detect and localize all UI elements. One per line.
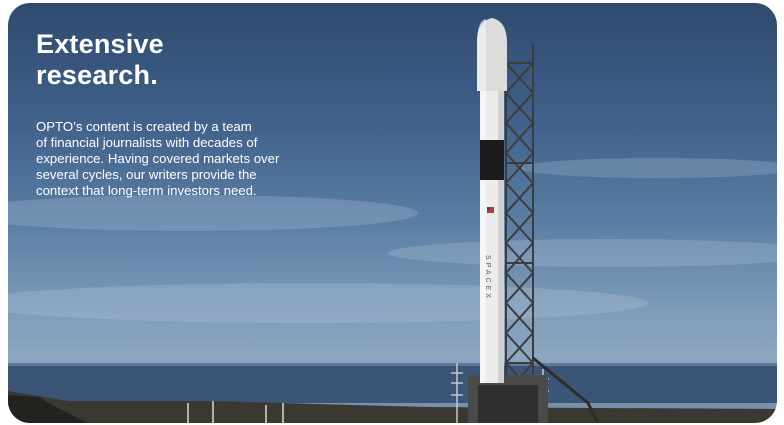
hero-description-line: OPTO’s content is created by a team xyxy=(36,119,252,134)
hero-description: OPTO’s content is created by a team of f… xyxy=(36,119,321,199)
hero-card: SPACEX Extensive research. OPTO’s conten… xyxy=(8,3,777,423)
hero-title-line-2: research. xyxy=(36,60,158,90)
rocket-label: SPACEX xyxy=(484,255,491,301)
hero-title-line-1: Extensive xyxy=(36,29,164,59)
hero-description-line: context that long-term investors need. xyxy=(36,183,257,198)
hero-description-line: of financial journalists with decades of xyxy=(36,135,258,150)
hero-description-line: several cycles, our writers provide the xyxy=(36,167,257,182)
hero-description-line: experience. Having covered markets over xyxy=(36,151,280,166)
hero-title: Extensive research. xyxy=(36,29,356,91)
hero-copy: Extensive research. OPTO’s content is cr… xyxy=(36,29,356,199)
